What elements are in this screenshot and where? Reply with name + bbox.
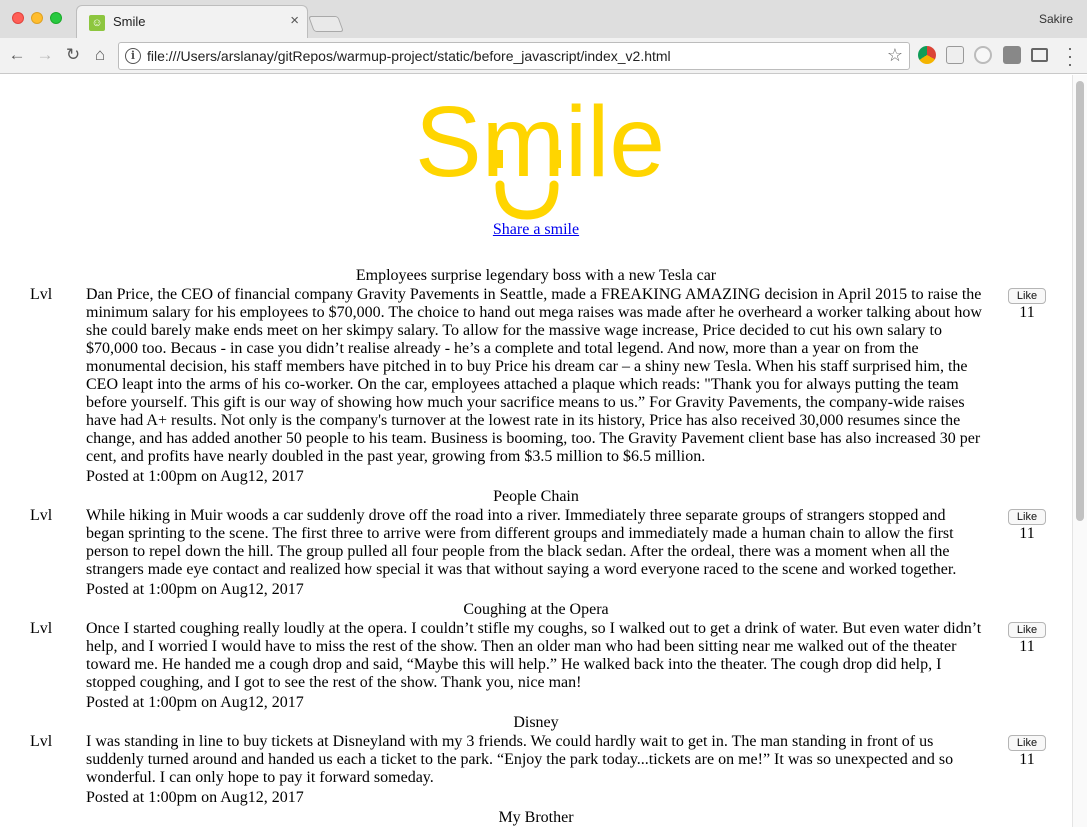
story-item: People Chain Lvl While hiking in Muir wo… — [0, 486, 1072, 599]
smile-logo: Smile — [415, 86, 665, 220]
cast-icon[interactable] — [1031, 48, 1048, 62]
chrome-extension-icon[interactable] — [918, 46, 936, 64]
like-count: 11 — [1019, 525, 1035, 542]
story-level: Lvl — [30, 507, 53, 524]
logo-eye-right — [552, 150, 561, 168]
like-button[interactable]: Like — [1008, 622, 1046, 638]
like-widget: Like 11 — [1008, 286, 1046, 322]
gray-extension-icon[interactable] — [1003, 46, 1021, 64]
share-smile-section: Share a smile — [0, 221, 1072, 239]
like-widget: Like 11 — [1008, 620, 1046, 656]
story-level: Lvl — [30, 620, 53, 637]
menu-icon[interactable]: · · · — [1067, 39, 1073, 73]
browser-toolbar: ← → ↻ ⌂ i file:///Users/arslanay/gitRepo… — [0, 38, 1087, 74]
back-arrow-icon[interactable]: ← — [6, 45, 28, 65]
story-item: Disney Lvl I was standing in line to buy… — [0, 712, 1072, 807]
like-count: 11 — [1019, 751, 1035, 768]
document-extension-icon[interactable] — [946, 46, 964, 64]
story-level: Lvl — [30, 733, 53, 750]
forward-arrow-icon[interactable]: → — [34, 45, 56, 65]
story-posted-time: Posted at 1:00pm on Aug12, 2017 — [86, 694, 304, 711]
story-posted-time: Posted at 1:00pm on Aug12, 2017 — [86, 468, 304, 485]
info-icon[interactable]: i — [125, 48, 141, 64]
refresh-extension-icon[interactable] — [974, 46, 992, 64]
like-widget: Like 11 — [1008, 507, 1046, 543]
story-item: Coughing at the Opera Lvl Once I started… — [0, 599, 1072, 712]
logo-text: Smile — [415, 86, 665, 198]
story-level: Lvl — [30, 286, 53, 303]
story-title: People Chain — [493, 488, 579, 505]
browser-tab[interactable]: ☺ Smile × — [76, 5, 308, 38]
tab-bar: ☺ Smile × Sakire — [0, 0, 1087, 38]
tab-title: Smile — [113, 14, 146, 29]
reload-icon[interactable]: ↻ — [62, 45, 84, 65]
url-text[interactable]: file:///Users/arslanay/gitRepos/warmup-p… — [147, 48, 671, 64]
story-body: While hiking in Muir woods a car suddenl… — [86, 507, 957, 578]
story-feed: Employees surprise legendary boss with a… — [0, 265, 1072, 827]
zoom-window-button[interactable] — [50, 12, 62, 24]
story-posted-time: Posted at 1:00pm on Aug12, 2017 — [86, 581, 304, 598]
share-smile-link[interactable]: Share a smile — [493, 221, 579, 238]
story-title: Employees surprise legendary boss with a… — [355, 267, 717, 284]
home-icon[interactable]: ⌂ — [89, 45, 111, 65]
story-body: Dan Price, the CEO of financial company … — [86, 286, 982, 465]
story-item: Employees surprise legendary boss with a… — [0, 265, 1072, 486]
like-count: 11 — [1019, 304, 1035, 321]
story-title: Disney — [513, 714, 559, 731]
like-button[interactable]: Like — [1008, 288, 1046, 304]
page-viewport: Smile Share a smile Employees surprise l… — [0, 75, 1072, 827]
like-widget: Like 11 — [1008, 733, 1046, 769]
vertical-scrollbar[interactable] — [1072, 75, 1087, 827]
smile-favicon-icon: ☺ — [89, 15, 105, 31]
profile-name[interactable]: Sakire — [1039, 12, 1073, 26]
story-body: Once I started coughing really loudly at… — [86, 620, 982, 691]
story-title: My Brother — [498, 809, 574, 826]
like-count: 11 — [1019, 638, 1035, 655]
close-window-button[interactable] — [12, 12, 24, 24]
like-button[interactable]: Like — [1008, 735, 1046, 751]
like-button[interactable]: Like — [1008, 509, 1046, 525]
logo-eye-left — [494, 150, 503, 168]
story-posted-time: Posted at 1:00pm on Aug12, 2017 — [86, 789, 304, 806]
star-icon[interactable]: ☆ — [887, 45, 903, 66]
tab-close-icon[interactable]: × — [290, 12, 299, 29]
address-bar[interactable]: i file:///Users/arslanay/gitRepos/warmup… — [118, 42, 910, 70]
story-title: Coughing at the Opera — [463, 601, 609, 618]
new-tab-button[interactable] — [308, 16, 344, 32]
minimize-window-button[interactable] — [31, 12, 43, 24]
story-body: I was standing in line to buy tickets at… — [86, 733, 954, 786]
scrollbar-thumb[interactable] — [1076, 81, 1084, 521]
